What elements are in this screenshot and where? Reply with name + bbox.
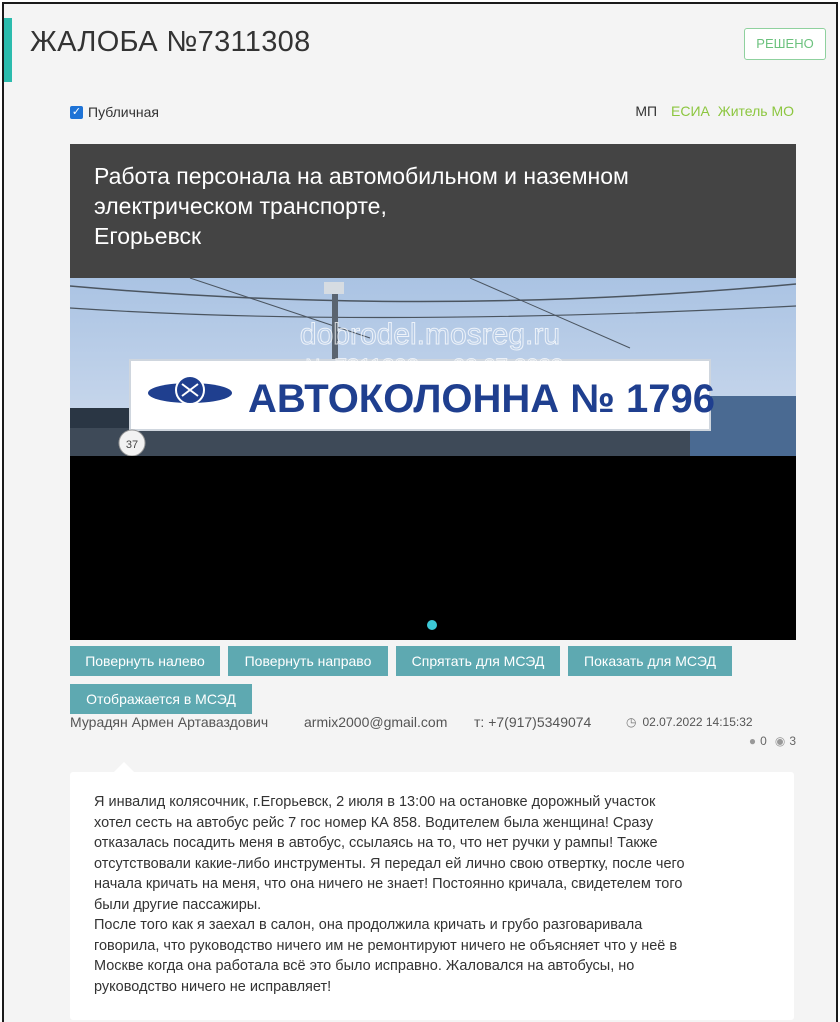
complaint-card: Работа персонала на автомобильном и назе… [70,144,796,640]
accent-bar [4,18,12,82]
author-info: Мурадян Армен Артаваздович armix2000@gma… [70,714,800,754]
author-phone: т: +7(917)5349074 [474,714,592,730]
hide-msed-button[interactable]: Спрятать для МСЭД [396,646,560,676]
comments-icon: ● [748,734,757,748]
photo-post-number: 37 [126,439,138,451]
clock-icon: ◷ [626,715,637,729]
public-label: Публичная [88,104,159,120]
shown-in-msed-button[interactable]: Отображается в МСЭД [70,684,252,714]
datetime-value: 02.07.2022 14:15:32 [642,715,753,729]
tag-mp: МП [635,103,658,119]
complaint-frame: ЖАЛОБА №7311308 РЕШЕНО ✓ Публичная МП ЕС… [2,2,838,1022]
photo-sign-text: АВТОКОЛОННА № 1796 [248,377,715,421]
user-tags: МП ЕСИА Житель МО [635,103,794,119]
watermark-number: № 7311308 от 02.07.2022 [305,354,563,379]
tag-esia: ЕСИА [671,103,710,119]
public-toggle[interactable]: ✓ Публичная [70,102,159,122]
author-name: Мурадян Армен Артаваздович [70,714,269,730]
tag-resident: Житель МО [717,103,794,119]
page-header: ЖАЛОБА №7311308 РЕШЕНО [4,4,836,82]
views-count: 3 [789,734,796,748]
publish-datetime: ◷ 02.07.2022 14:15:32 [626,715,753,729]
watermark-site: dobrodel.mosreg.ru [300,318,560,351]
complaint-text-box: Я инвалид колясочник, г.Егорьевск, 2 июл… [70,762,794,1020]
status-badge: РЕШЕНО [744,28,826,60]
author-email[interactable]: armix2000@gmail.com [304,714,447,730]
complaint-category-title: Работа персонала на автомобильном и назе… [94,163,629,249]
page-title: ЖАЛОБА №7311308 [30,26,311,58]
complaint-photo[interactable]: АВТОКОЛОННА № 1796 37 dobrodel.mosreg.ru… [70,278,796,456]
post-stats: ● 0 ◉ 3 [749,734,796,748]
card-header: Работа персонала на автомобильном и назе… [70,144,796,278]
rotate-right-button[interactable]: Повернуть направо [228,646,388,676]
carousel-dot[interactable] [427,620,437,630]
comments-count: 0 [760,734,767,748]
show-msed-button[interactable]: Показать для МСЭД [568,646,732,676]
complaint-text: Я инвалид колясочник, г.Егорьевск, 2 июл… [94,794,685,995]
public-checkbox[interactable]: ✓ [70,105,83,119]
rotate-left-button[interactable]: Повернуть налево [70,646,220,676]
eye-icon: ◉ [774,734,786,748]
